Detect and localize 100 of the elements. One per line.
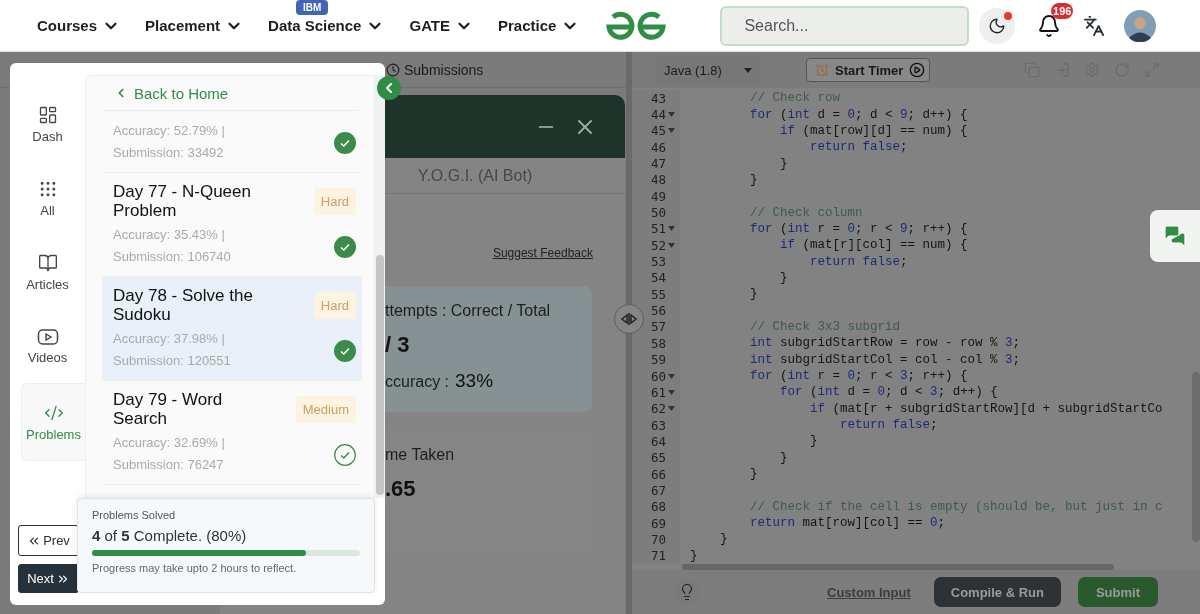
accuracy-value: 33% [455,370,494,392]
problem-stats: Accuracy: 32.69% | Submission: 76247 [113,434,226,474]
chat-button[interactable] [1150,210,1200,262]
theme-button[interactable] [979,7,1016,44]
problem-title: Day 78 - Solve the Sudoku [113,286,254,324]
line-number: 68 [650,499,666,515]
notifications-button[interactable]: 196 [1037,2,1074,38]
line-number: 71 [650,548,666,564]
line-number: 49 [650,188,666,204]
code-line: for (int d = 0; d < 9; d++) { [749,107,968,122]
code-line: } [690,548,698,563]
fold-icon[interactable] [668,128,675,134]
line-number: 59 [650,352,666,368]
fold-icon[interactable] [668,226,675,232]
nav-menu[interactable]: GATE [409,16,474,35]
nav-menu[interactable]: Practice [498,16,580,35]
code-line: } [749,287,758,302]
line-number: 55 [650,286,666,302]
line-number: 45 [650,123,666,139]
line-number: 46 [650,139,666,155]
code-line: } [809,434,818,449]
submissions-tab[interactable]: Submissions [404,61,484,78]
line-number: 56 [650,303,666,319]
language-label: Java (1.8) [664,62,722,78]
sidebar-label: Videos [27,349,68,365]
language-select[interactable]: Java (1.8) [656,56,760,84]
caret-icon [744,67,752,73]
accuracy-label: ccuracy : [385,373,449,391]
code-line: for (int r = 0; r < 9; r++) { [749,221,968,236]
prev-button[interactable]: Prev [18,525,79,556]
line-number: 61 [650,384,666,400]
line-number: 54 [650,270,666,286]
sidebar-label: Articles [26,276,69,292]
start-timer-button[interactable]: Start Timer [806,58,931,82]
next-button[interactable]: Next [18,564,79,593]
dashboard-icon [37,104,58,125]
sidebar-item[interactable]: Problems [21,383,85,461]
line-number: 51 [650,221,666,237]
compile-run-button[interactable]: Compile & Run [933,577,1061,607]
line-number: 67 [650,482,666,498]
problem-title: Day 79 - Word Search [113,390,224,428]
code-line: } [719,532,728,547]
sidebar-item[interactable]: Videos [10,309,85,383]
problem-stats: Accuracy: 35.43% | Submission: 106740 [113,226,232,266]
code-line: } [749,467,758,482]
line-number: 43 [650,90,666,106]
fold-icon[interactable] [668,373,675,379]
nav-menu[interactable]: Courses [37,16,121,35]
code-line: int subgridStartRow = row - row % 3; [749,336,1021,351]
nav-label: Practice [498,17,557,34]
code-line: // Check column [749,205,863,220]
avatar[interactable] [1124,9,1156,42]
line-number: 58 [650,335,666,351]
resize-icon [620,312,638,326]
fold-icon[interactable] [668,242,675,248]
line-number: 53 [650,254,666,270]
code-line: return false; [809,254,908,269]
moon-icon [988,16,1007,35]
line-number: 47 [650,156,666,172]
nav-menu[interactable]: Placement [145,16,244,35]
fold-icon[interactable] [668,406,675,412]
search-input[interactable]: Search... [742,15,954,36]
code-line: if (mat[r][col] == num) { [779,238,968,253]
sidebar-label: Dash [32,128,63,144]
code-line: return false; [839,418,938,433]
sidebar-item[interactable]: All [10,161,85,235]
code-line: } [779,270,788,285]
fold-icon[interactable] [668,112,675,117]
line-number: 52 [650,237,666,253]
fold-icon[interactable] [668,389,675,395]
sidebar-label: Problems [26,426,81,442]
search-field[interactable]: Search... [720,5,970,46]
problem-item[interactable]: Day 78 - Solve the Sudoku Accuracy: 37.98% | Submission: 120551 Hard [102,277,362,381]
card-label: me Taken [385,446,456,464]
scrollbar[interactable] [682,564,1114,570]
sidebar-item[interactable]: Dash [10,87,85,161]
feedback-link[interactable]: Suggest Feedback [492,246,593,260]
code-line: return false; [809,140,908,155]
progress-title: Problems Solved [92,509,177,521]
code-line: for (int d = 0; d < 3; d++) { [779,385,998,400]
code-line: int subgridStartCol = col - col % 3; [749,352,1021,367]
logo-icon [604,10,669,41]
line-number: 48 [650,172,666,188]
sidebar-item[interactable]: Articles [10,235,85,309]
card-value: / 3 [385,332,411,358]
code-line: return mat[row][col] == 0; [749,516,946,531]
code-line: for (int r = 0; r < 3; r++) { [749,369,968,383]
nav-label: Data Science [268,17,362,34]
nav-badge: IBM [296,0,329,15]
nav-label: GATE [409,17,451,34]
sidebar-label: All [40,202,55,218]
scrollbar[interactable] [375,75,385,498]
difficulty-tag: Hard [313,188,356,215]
line-number: 44 [650,107,666,122]
translate-button[interactable] [1083,14,1106,37]
line-number: 65 [650,450,666,466]
card-value: .65 [385,476,417,502]
line-number: 70 [650,531,666,547]
code-line: // Check row [749,91,841,106]
notification-count: 196 [1051,2,1074,19]
